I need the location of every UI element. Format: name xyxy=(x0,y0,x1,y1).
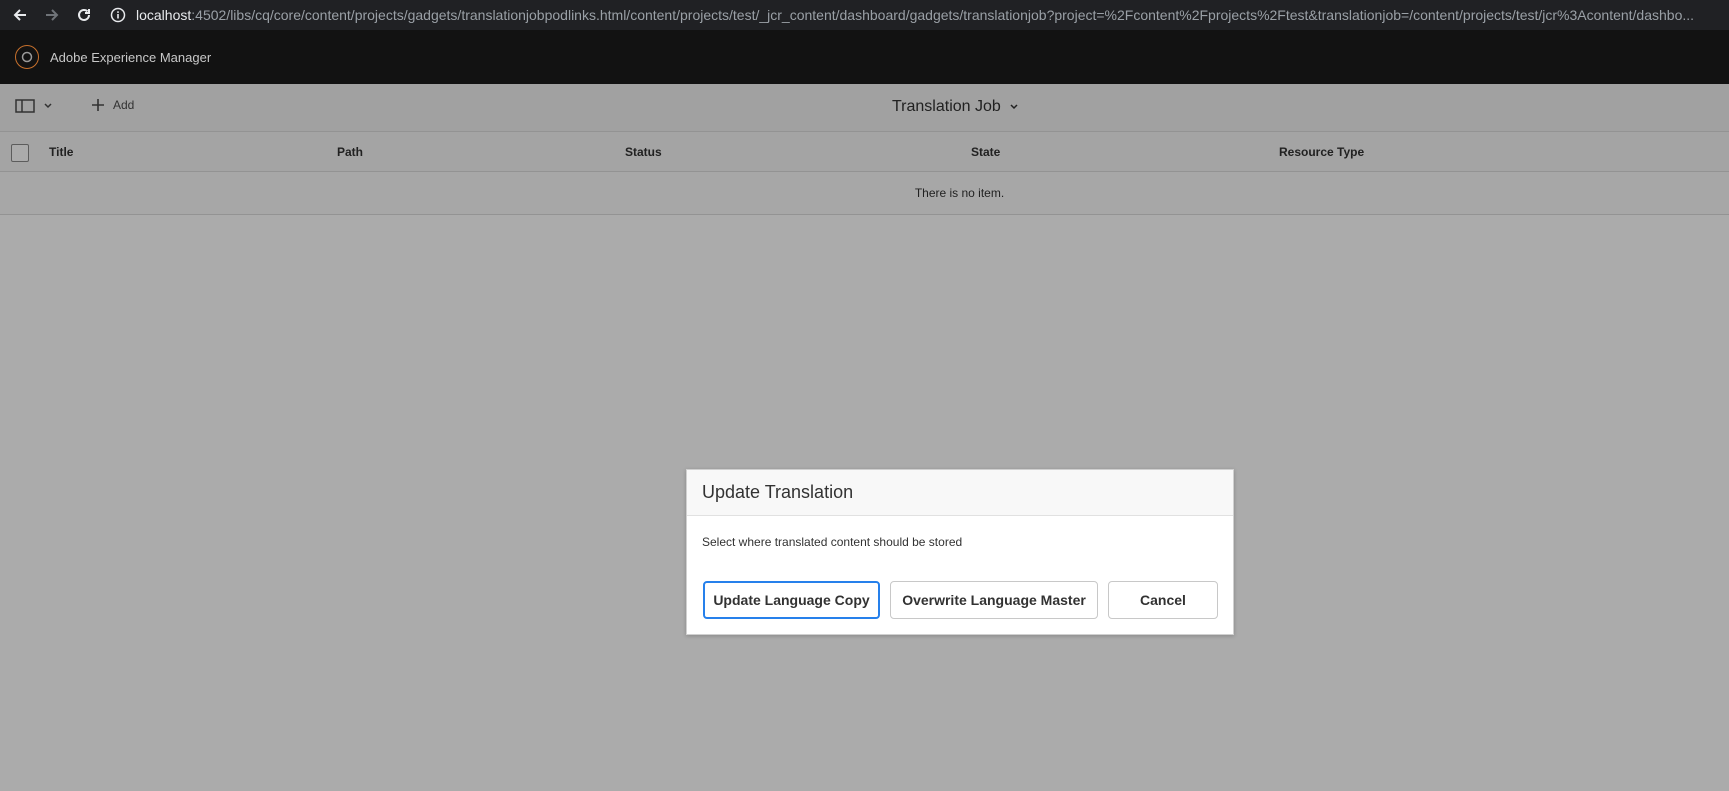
dialog-footer: Update Language Copy Overwrite Language … xyxy=(703,581,1218,619)
address-bar[interactable]: localhost :4502/libs/cq/core/content/pro… xyxy=(110,2,1729,28)
url-path: :4502/libs/cq/core/content/projects/gadg… xyxy=(191,7,1695,23)
modal-backdrop[interactable] xyxy=(0,84,1729,791)
update-translation-dialog: Update Translation Select where translat… xyxy=(686,469,1234,635)
brand-name: Adobe Experience Manager xyxy=(50,49,212,65)
browser-toolbar: localhost :4502/libs/cq/core/content/pro… xyxy=(0,0,1729,30)
reload-icon[interactable] xyxy=(72,3,96,27)
dialog-message: Select where translated content should b… xyxy=(702,535,963,549)
dialog-title: Update Translation xyxy=(687,470,1233,516)
back-icon[interactable] xyxy=(8,3,32,27)
url-host: localhost xyxy=(136,7,192,23)
forward-icon[interactable] xyxy=(40,3,64,27)
aem-logo-icon[interactable] xyxy=(15,45,39,69)
cancel-button[interactable]: Cancel xyxy=(1108,581,1218,619)
update-language-copy-button[interactable]: Update Language Copy xyxy=(703,581,880,619)
overwrite-language-master-button[interactable]: Overwrite Language Master xyxy=(890,581,1098,619)
info-icon[interactable] xyxy=(110,7,126,23)
aem-header: Adobe Experience Manager xyxy=(0,30,1729,84)
